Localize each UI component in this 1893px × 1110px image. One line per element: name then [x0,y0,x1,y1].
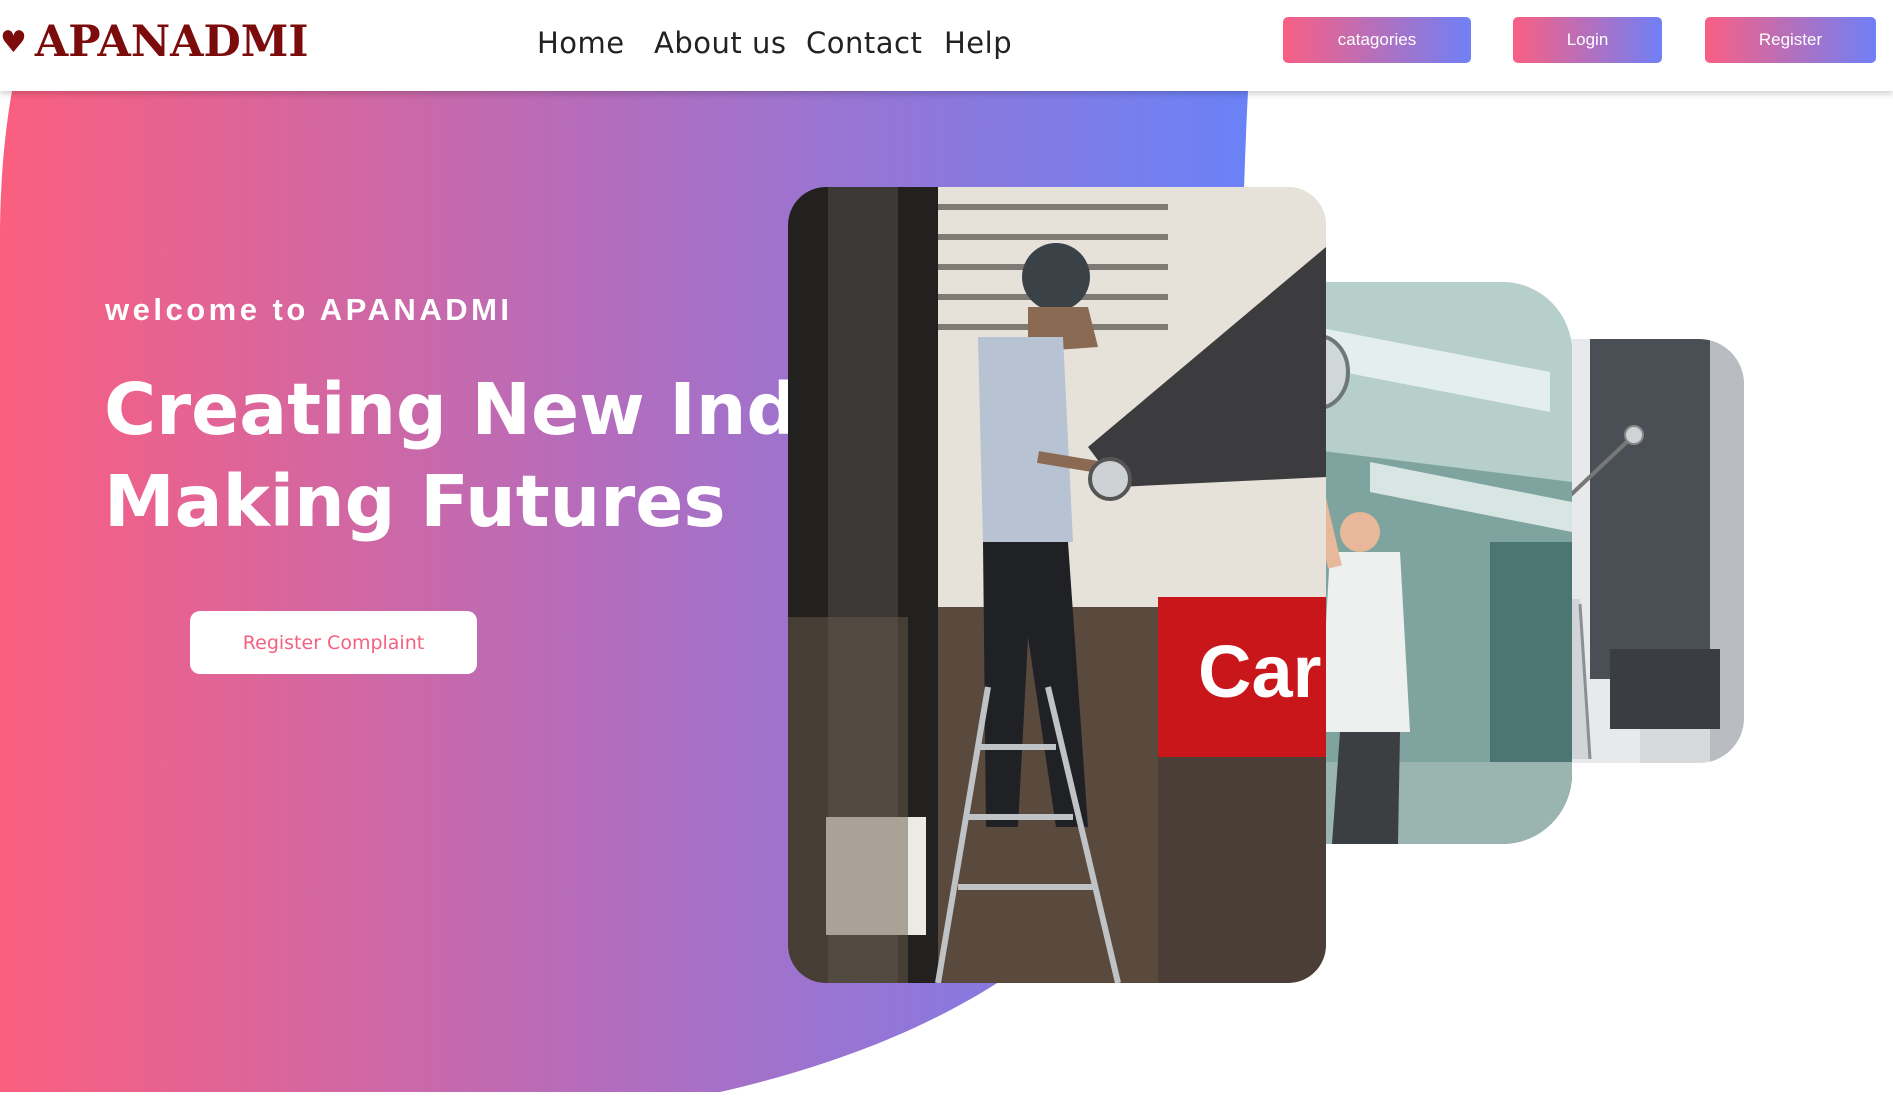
site-header: ♥ APANADMI Home About us Contact Help ca… [0,0,1893,91]
nav-link-contact[interactable]: Contact [806,26,922,60]
hero-headline-line-2: Making Futures [104,460,726,543]
categories-button[interactable]: catagories [1283,17,1471,63]
hero-welcome-text: welcome to APANADMI [105,292,513,327]
nav-link-home[interactable]: Home [537,26,625,60]
svg-text:Car: Car [1198,630,1321,713]
worker-grinding-on-ladder-photo: Car [788,187,1326,983]
register-complaint-button[interactable]: Register Complaint [190,611,477,674]
hero-headline-line-1: Creating New India [104,368,870,451]
brand-name: APANADMI [34,17,309,67]
nav-link-help[interactable]: Help [944,26,1012,60]
heart-icon: ♥ [0,24,27,60]
login-button[interactable]: Login [1513,17,1662,63]
register-button[interactable]: Register [1705,17,1876,63]
brand-logo[interactable]: ♥ APANADMI [0,14,309,70]
nav-link-about-us[interactable]: About us [654,26,786,60]
hero-headline: Creating New India Making Futures [104,364,869,548]
